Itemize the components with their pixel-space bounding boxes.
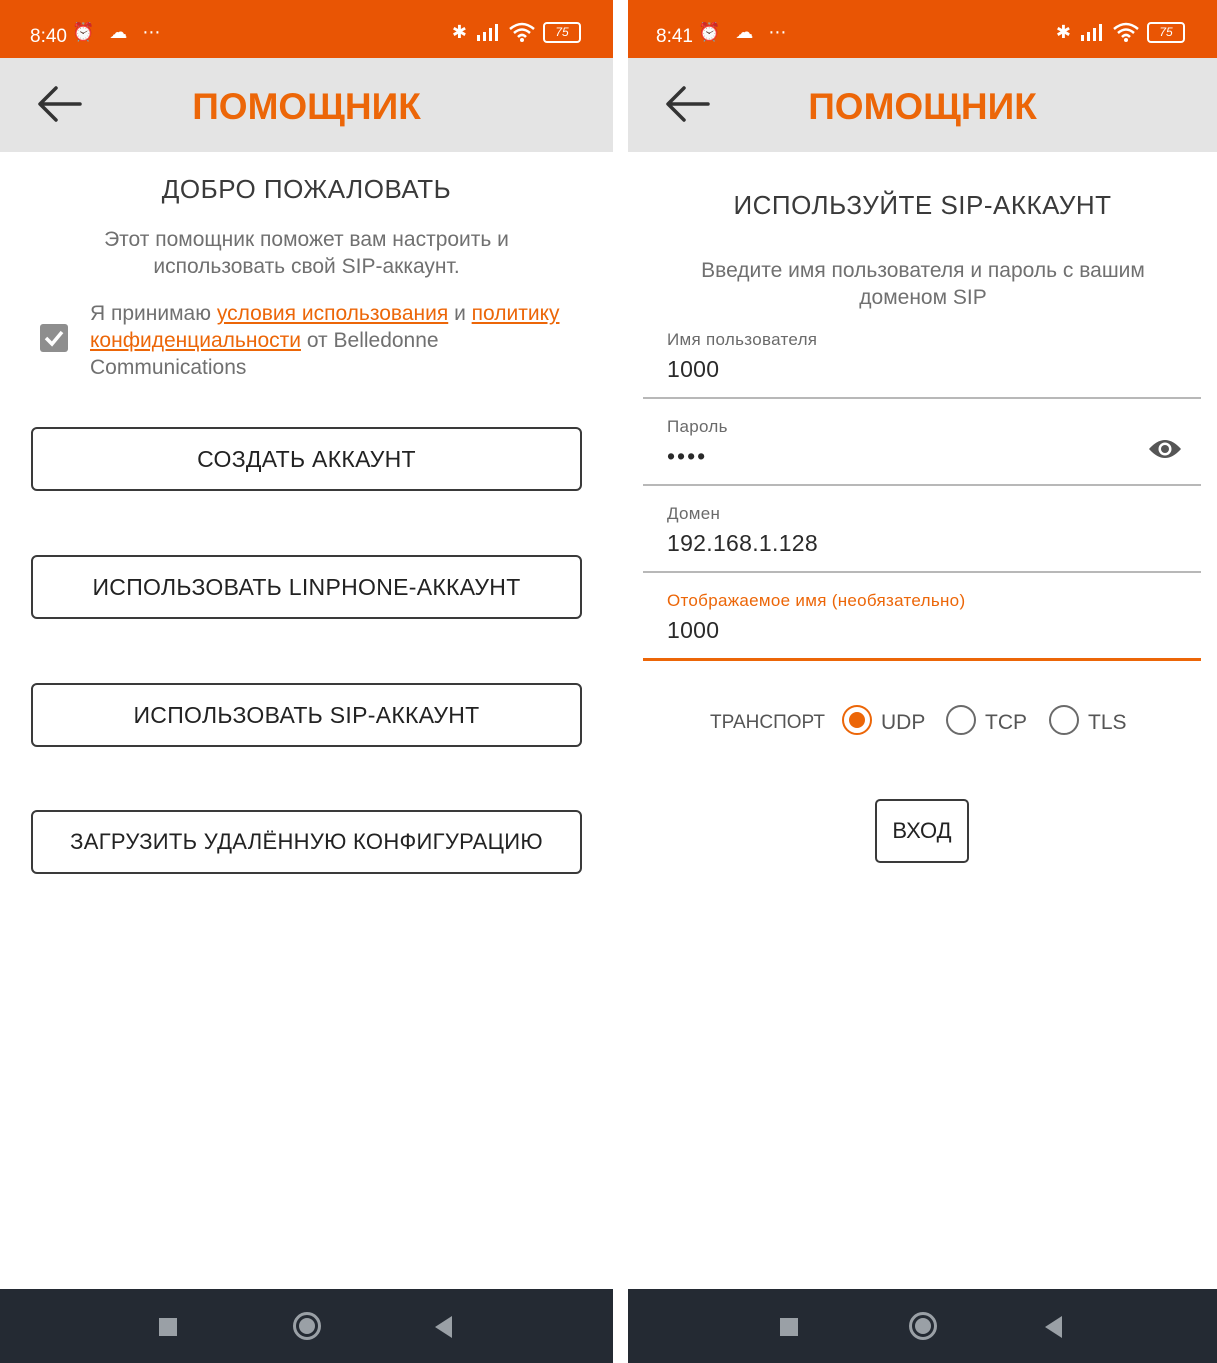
nav-back-icon[interactable] [1045, 1316, 1062, 1338]
status-bar: 8:40 ⏰ ☁ ⋯ ✱ 75 [0, 0, 613, 58]
password-label: Пароль [667, 417, 728, 436]
login-button[interactable]: ВХОД [875, 799, 969, 863]
welcome-screen: 8:40 ⏰ ☁ ⋯ ✱ 75 ПОМОЩНИК ДОБРО ПОЖАЛОВАТ… [0, 0, 613, 1363]
transport-selector: ТРАНСПОРТ UDP TCP TLS [628, 700, 1217, 744]
eye-icon[interactable] [1147, 437, 1183, 461]
radio-tls[interactable] [1049, 705, 1079, 735]
wifi-icon [509, 22, 535, 42]
sip-heading: ИСПОЛЬЗУЙТЕ SIP-АККАУНТ [733, 190, 1112, 220]
display-name-field[interactable]: Отображаемое имя (необязательно) 1000 [643, 583, 1201, 661]
system-icons: ✱ 75 [452, 20, 581, 44]
nav-recents-icon[interactable] [159, 1318, 177, 1336]
system-nav-bar [0, 1289, 613, 1363]
nav-back-icon[interactable] [435, 1316, 452, 1338]
nav-home-icon[interactable] [293, 1312, 321, 1340]
notification-icons: ⏰ ☁ ⋯ [698, 22, 792, 42]
page-title: ПОМОЩНИК [192, 86, 421, 127]
nav-recents-icon[interactable] [780, 1318, 798, 1336]
username-value[interactable]: 1000 [667, 356, 719, 383]
nav-home-icon[interactable] [909, 1312, 937, 1340]
domain-label: Домен [667, 504, 721, 523]
password-field[interactable]: Пароль •••• [643, 409, 1201, 486]
terms-checkbox[interactable] [40, 324, 68, 352]
system-nav-bar [628, 1289, 1217, 1363]
display-name-value[interactable]: 1000 [667, 617, 719, 644]
bluetooth-icon: ✱ [451, 21, 467, 42]
fetch-remote-config-button[interactable]: ЗАГРУЗИТЬ УДАЛЁННУЮ КОНФИГУРАЦИЮ [31, 810, 582, 874]
password-value[interactable]: •••• [667, 443, 707, 470]
use-sip-account-button[interactable]: ИСПОЛЬЗОВАТЬ SIP-АККАУНТ [31, 683, 582, 747]
use-linphone-account-button[interactable]: ИСПОЛЬЗОВАТЬ LINPHONE-АККАУНТ [31, 555, 582, 619]
wifi-icon [1113, 22, 1139, 42]
signal-icon [1081, 24, 1102, 41]
domain-value[interactable]: 192.168.1.128 [667, 530, 818, 557]
check-icon [44, 330, 64, 347]
page-title: ПОМОЩНИК [808, 86, 1037, 127]
notification-icons: ⏰ ☁ ⋯ [72, 22, 166, 42]
app-bar: ПОМОЩНИК [628, 58, 1217, 152]
consent-prefix: Я принимаю [90, 302, 217, 325]
bluetooth-icon: ✱ [1055, 21, 1071, 42]
app-bar: ПОМОЩНИК [0, 58, 613, 152]
transport-label: ТРАНСПОРТ [710, 712, 825, 733]
terms-consent-text: Я принимаю условия использования и полит… [90, 300, 580, 381]
signal-icon [477, 24, 498, 41]
domain-field[interactable]: Домен 192.168.1.128 [643, 496, 1201, 573]
terms-link[interactable]: условия использования [217, 302, 448, 325]
create-account-button[interactable]: СОЗДАТЬ АККАУНТ [31, 427, 582, 491]
welcome-description: Этот помощник поможет вам настроить и ис… [104, 228, 509, 278]
sip-account-screen: 8:41 ⏰ ☁ ⋯ ✱ 75 ПОМОЩНИК ИСПОЛЬЗУЙТЕ SIP… [628, 0, 1217, 1363]
welcome-heading: ДОБРО ПОЖАЛОВАТЬ [161, 174, 452, 204]
battery-icon: 75 [1147, 21, 1185, 43]
status-bar: 8:41 ⏰ ☁ ⋯ ✱ 75 [628, 0, 1217, 58]
battery-icon: 75 [543, 21, 581, 43]
username-field[interactable]: Имя пользователя 1000 [643, 322, 1201, 399]
radio-tls-label[interactable]: TLS [1088, 711, 1127, 735]
username-label: Имя пользователя [667, 330, 818, 349]
consent-and: и [448, 302, 472, 325]
radio-tcp[interactable] [946, 705, 976, 735]
status-time: 8:40 [30, 26, 67, 47]
sip-description: Введите имя пользователя и пароль с ваши… [701, 259, 1145, 309]
system-icons: ✱ 75 [1056, 20, 1185, 44]
display-name-label: Отображаемое имя (необязательно) [667, 591, 966, 610]
radio-udp[interactable] [842, 705, 872, 735]
radio-udp-label[interactable]: UDP [881, 711, 925, 735]
radio-tcp-label[interactable]: TCP [985, 711, 1027, 735]
status-time: 8:41 [656, 26, 693, 47]
